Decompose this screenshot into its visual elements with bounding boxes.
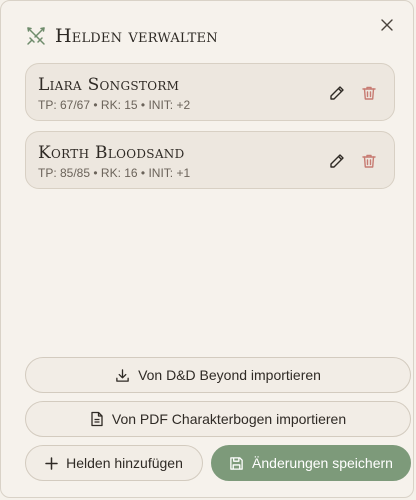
delete-hero-button[interactable] [358,82,380,104]
hero-name: Liara Songstorm [38,75,180,95]
dialog-header: Helden verwalten [25,25,218,47]
close-button[interactable] [377,15,397,35]
pencil-icon [329,85,345,101]
save-icon [229,456,244,471]
import-pdf-label: Von PDF Charakterbogen importieren [111,411,347,427]
add-hero-label: Helden hinzufügen [66,455,183,471]
pencil-icon [329,153,345,169]
download-icon [115,368,130,383]
import-dndbeyond-label: Von D&D Beyond importieren [138,367,321,383]
close-icon [381,19,393,31]
hero-stats: TP: 85/85 • RK: 16 • INIT: +1 [38,166,191,180]
import-pdf-button[interactable]: Von PDF Charakterbogen importieren [25,401,411,437]
save-changes-label: Änderungen speichern [252,455,393,471]
document-icon [90,411,104,427]
hero-name: Korth Bloodsand [38,143,185,163]
add-hero-button[interactable]: Helden hinzufügen [25,445,203,481]
delete-hero-button[interactable] [358,150,380,172]
edit-hero-button[interactable] [326,82,348,104]
hero-stats: TP: 67/67 • RK: 15 • INIT: +2 [38,98,191,112]
manage-heroes-dialog: Helden verwalten Liara Songstorm TP: 67/… [0,0,414,498]
dialog-title: Helden verwalten [55,25,218,47]
trash-icon [361,153,377,169]
trash-icon [361,85,377,101]
crossed-swords-icon [25,25,47,47]
plus-icon [45,456,58,470]
import-dndbeyond-button[interactable]: Von D&D Beyond importieren [25,357,411,393]
hero-card: Liara Songstorm TP: 67/67 • RK: 15 • INI… [25,63,395,121]
save-changes-button[interactable]: Änderungen speichern [211,445,411,481]
hero-card: Korth Bloodsand TP: 85/85 • RK: 16 • INI… [25,131,395,189]
edit-hero-button[interactable] [326,150,348,172]
